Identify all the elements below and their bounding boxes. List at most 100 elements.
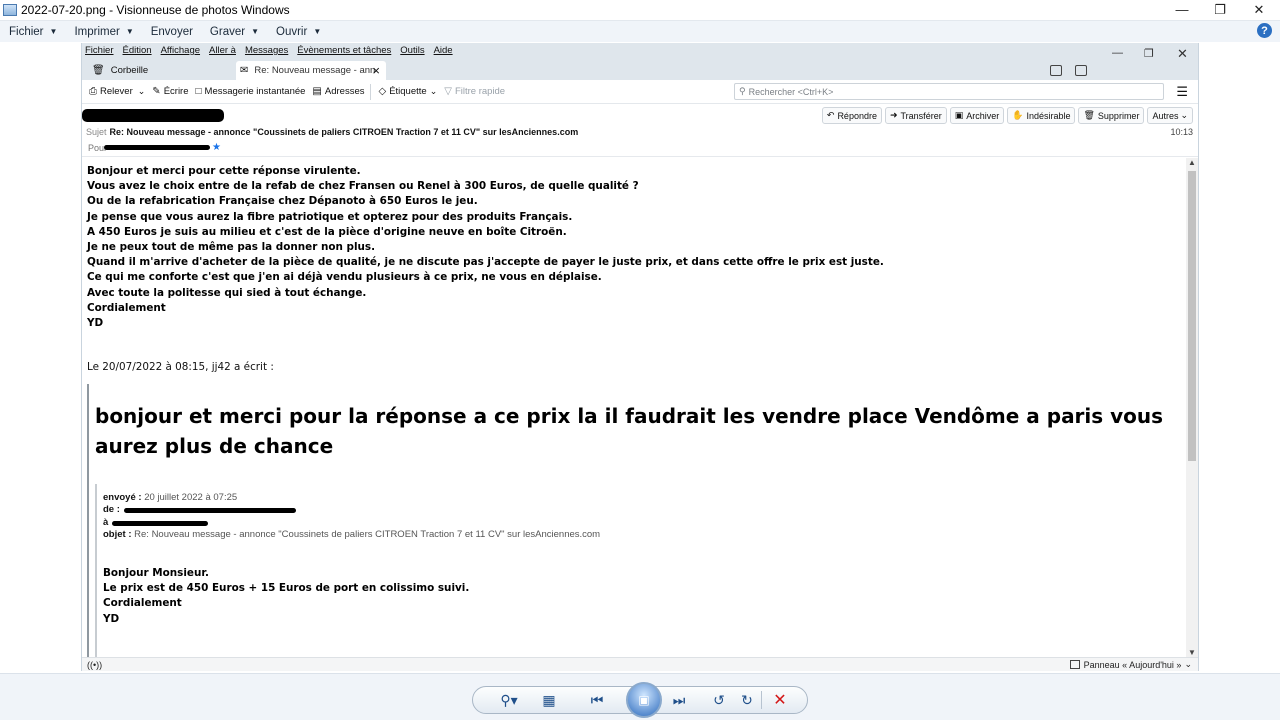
quoted-message: bonjour et merci pour la réponse a ce pr… bbox=[87, 384, 1182, 658]
slideshow-button[interactable]: ▣ bbox=[626, 682, 662, 718]
message-header: Sujet Re: Nouveau message - annonce "Cous… bbox=[82, 105, 1198, 157]
mail-restore-button[interactable]: ❐ bbox=[1144, 47, 1154, 60]
redacted-from bbox=[124, 508, 296, 514]
scroll-up-icon[interactable]: ▲ bbox=[1186, 158, 1198, 168]
tasks-icon[interactable] bbox=[1075, 65, 1087, 76]
forward-button[interactable]: ➜ Transférer bbox=[884, 107, 947, 124]
mail-menu-affichage[interactable]: Affichage bbox=[161, 45, 200, 56]
address-book-icon: ▤ bbox=[312, 86, 322, 97]
subject-line: Sujet Re: Nouveau message - annonce "Cous… bbox=[86, 127, 579, 137]
star-icon[interactable]: ★ bbox=[212, 142, 221, 153]
viewer-controls: ⚲▾ ▦ ⏮ ▣ ⏭ ↺ ↻ ✕ bbox=[0, 673, 1280, 720]
photo-viewer-icon bbox=[3, 3, 17, 16]
message-body: Bonjour et merci pour cette réponse viru… bbox=[82, 158, 1188, 658]
forward-icon: ➜ bbox=[889, 110, 898, 120]
mail-menu-outils[interactable]: Outils bbox=[400, 45, 424, 56]
rotate-right-icon[interactable]: ↻ bbox=[733, 689, 761, 711]
trash-icon: 🗑 bbox=[1083, 110, 1095, 120]
chat-icon: □ bbox=[195, 86, 202, 97]
menu-graver[interactable]: Graver ▼ bbox=[210, 26, 259, 38]
tag-button[interactable]: ◇ Étiquette ⌄ bbox=[378, 86, 437, 97]
viewer-title-bar: 2022-07-20.png - Visionneuse de photos W… bbox=[0, 0, 1280, 19]
search-input[interactable]: ⚲ Rechercher <Ctrl+K> bbox=[734, 83, 1164, 100]
mail-menu-fichier[interactable]: Fichier bbox=[85, 45, 114, 56]
quote-attribution: Le 20/07/2022 à 08:15, jj42 a écrit : bbox=[87, 361, 274, 373]
filter-icon: ▽ bbox=[444, 86, 452, 97]
message-scrollbar[interactable]: ▲ ▼ bbox=[1186, 158, 1198, 658]
archive-button[interactable]: ▣ Archiver bbox=[949, 107, 1005, 124]
delete-icon[interactable]: ✕ bbox=[766, 689, 794, 711]
chevron-down-icon: ▼ bbox=[125, 27, 134, 36]
quick-filter-button[interactable]: ▽ Filtre rapide bbox=[444, 86, 505, 97]
chevron-down-icon: ▼ bbox=[251, 27, 259, 36]
zoom-icon[interactable]: ⚲▾ bbox=[495, 689, 523, 711]
message-actions: ↶ Répondre ➜ Transférer ▣ Archiver ✋ Indésir… bbox=[819, 107, 1193, 124]
reply-button[interactable]: ↶ Répondre bbox=[821, 107, 882, 124]
help-icon[interactable]: ? bbox=[1257, 23, 1272, 38]
status-bar: ((•)) Panneau « Aujourd'hui » ⌄ bbox=[82, 657, 1198, 671]
restore-button[interactable]: ❐ bbox=[1200, 0, 1240, 19]
inner-quote: envoyé : 20 juillet 2022 à 07:25 de : à … bbox=[95, 484, 600, 658]
chevron-down-icon: ▼ bbox=[49, 27, 58, 36]
mail-menu-messages[interactable]: Messages bbox=[245, 45, 288, 56]
close-tab-icon[interactable]: × bbox=[372, 63, 380, 78]
today-pane-toggle[interactable]: Panneau « Aujourd'hui » ⌄ bbox=[1069, 659, 1192, 670]
tab-message[interactable]: ✉ Re: Nouveau message - ann × bbox=[236, 61, 386, 80]
reply-icon: ↶ bbox=[826, 110, 835, 120]
mail-menu-aide[interactable]: Aide bbox=[434, 45, 453, 56]
minimize-button[interactable]: — bbox=[1162, 0, 1202, 19]
mail-menubar: Fichier Édition Affichage Aller à Messag… bbox=[82, 43, 1198, 80]
get-mail-button[interactable]: ⎙ Relever bbox=[89, 86, 133, 97]
mail-menu-edition[interactable]: Édition bbox=[123, 45, 152, 56]
chevron-down-icon: ⌄ bbox=[137, 86, 146, 96]
chevron-down-icon: ⌄ bbox=[429, 86, 438, 96]
reply-text: Bonjour et merci pour cette réponse viru… bbox=[87, 165, 884, 330]
tab-corbeille[interactable]: 🗑 Corbeille bbox=[88, 61, 228, 80]
trash-icon: 🗑 bbox=[92, 65, 105, 76]
hand-icon: ✋ bbox=[1012, 110, 1024, 120]
tag-icon: ◇ bbox=[378, 86, 387, 97]
menu-envoyer[interactable]: Envoyer bbox=[151, 26, 193, 38]
online-status-icon[interactable]: ((•)) bbox=[87, 660, 102, 670]
next-icon[interactable]: ⏭ bbox=[665, 689, 693, 711]
redacted-recipient bbox=[104, 145, 210, 150]
more-button[interactable]: Autres ⌄ bbox=[1147, 107, 1193, 124]
calendar-icon bbox=[1069, 660, 1080, 669]
mail-menu-evenements[interactable]: Évènements et tâches bbox=[297, 45, 391, 56]
actual-size-icon[interactable]: ▦ bbox=[535, 689, 563, 711]
scroll-thumb[interactable] bbox=[1188, 171, 1196, 461]
chevron-down-icon: ▼ bbox=[313, 27, 322, 36]
get-mail-dropdown[interactable]: ⌄ bbox=[138, 86, 146, 97]
write-button[interactable]: ✎ Écrire bbox=[152, 86, 188, 97]
redacted-to bbox=[112, 520, 208, 526]
menu-ouvrir[interactable]: Ouvrir ▼ bbox=[276, 26, 321, 38]
viewer-control-bar: ⚲▾ ▦ ⏮ ▣ ⏭ ↺ ↻ ✕ bbox=[472, 682, 808, 718]
control-divider bbox=[761, 691, 762, 709]
menu-imprimer[interactable]: Imprimer ▼ bbox=[74, 26, 133, 38]
calendar-icon[interactable] bbox=[1050, 65, 1062, 76]
chevron-down-icon: ⌄ bbox=[1180, 110, 1188, 120]
chevron-down-icon: ⌄ bbox=[1184, 659, 1192, 669]
close-button[interactable]: ✕ bbox=[1239, 0, 1279, 19]
junk-button[interactable]: ✋ Indésirable bbox=[1007, 107, 1076, 124]
forward-meta: envoyé : 20 juillet 2022 à 07:25 de : à … bbox=[103, 492, 601, 541]
mail-close-button[interactable]: ✕ bbox=[1177, 46, 1188, 62]
delete-button[interactable]: 🗑 Supprimer bbox=[1078, 107, 1145, 124]
menu-fichier[interactable]: Fichier ▼ bbox=[9, 26, 57, 38]
download-icon: ⎙ bbox=[89, 86, 97, 97]
mail-menu-aller[interactable]: Aller à bbox=[209, 45, 236, 56]
message-time: 10:13 bbox=[1170, 127, 1193, 137]
window-title: 2022-07-20.png - Visionneuse de photos W… bbox=[21, 2, 290, 17]
search-icon: ⚲ bbox=[739, 86, 746, 96]
mail-minimize-button[interactable]: — bbox=[1112, 47, 1123, 59]
archive-icon: ▣ bbox=[954, 110, 964, 120]
mail-toolbar: ⎙ Relever ⌄ ✎ Écrire □ Messagerie instantan… bbox=[82, 80, 1198, 104]
chat-button[interactable]: □ Messagerie instantanée bbox=[196, 86, 306, 97]
mail-client-window: Fichier Édition Affichage Aller à Messag… bbox=[81, 43, 1199, 671]
envelope-icon: ✉ bbox=[240, 65, 249, 76]
address-book-button[interactable]: ▤ Adresses bbox=[312, 86, 364, 97]
previous-icon[interactable]: ⏮ bbox=[583, 689, 611, 711]
rotate-left-icon[interactable]: ↺ bbox=[705, 689, 733, 711]
menu-icon[interactable]: ☰ bbox=[1176, 84, 1188, 100]
toolbar-divider bbox=[370, 83, 372, 100]
